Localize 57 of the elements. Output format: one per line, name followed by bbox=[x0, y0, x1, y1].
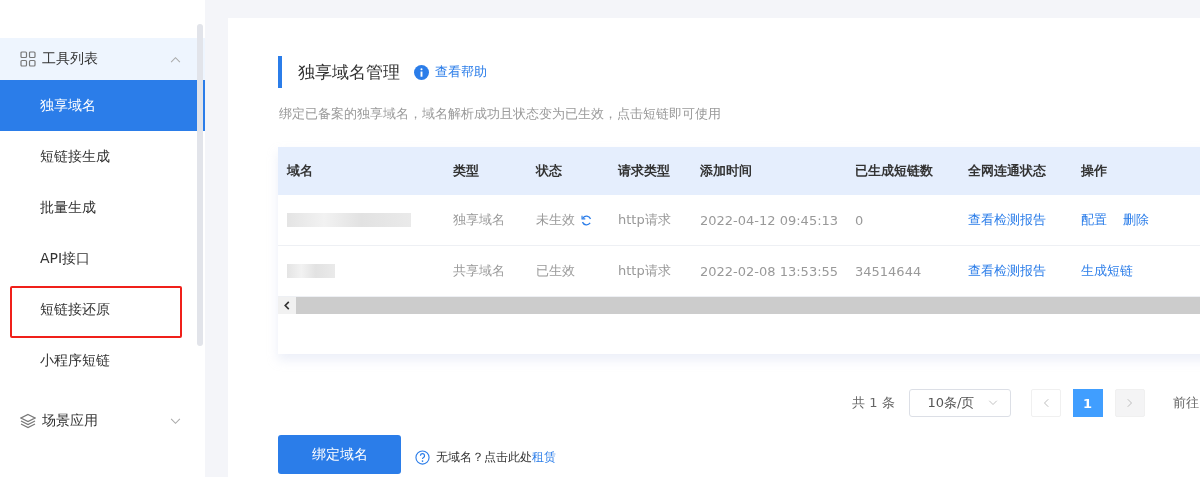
horizontal-scrollbar[interactable] bbox=[278, 297, 1200, 314]
table-cell: 2022-04-12 09:45:13 bbox=[700, 212, 839, 228]
page-title: 独享域名管理 bbox=[298, 60, 400, 84]
table-cell: http请求 bbox=[618, 211, 671, 229]
action-link[interactable]: 删除 bbox=[1123, 211, 1149, 229]
scrollbar[interactable] bbox=[197, 24, 203, 346]
chevron-icon bbox=[170, 55, 181, 63]
previous-page-button[interactable] bbox=[1030, 389, 1061, 417]
chevron-icon bbox=[987, 400, 998, 406]
page-size-select[interactable]: 10条/页 bbox=[908, 389, 1011, 417]
action-link[interactable]: 生成短链 bbox=[1081, 262, 1133, 280]
total-count: 共 1 条 bbox=[852, 394, 895, 412]
column-header: 域名 bbox=[285, 162, 314, 180]
blurred-domain bbox=[287, 264, 335, 278]
sidebar-item[interactable]: 短链接生成 bbox=[0, 131, 205, 182]
column-header: 请求类型 bbox=[616, 162, 671, 180]
table-cell: http请求 bbox=[618, 262, 671, 280]
layers-icon bbox=[20, 413, 36, 429]
sidebar-item[interactable]: API接口 bbox=[0, 233, 205, 284]
rent-link[interactable]: 租赁 bbox=[532, 449, 556, 466]
column-header: 状态 bbox=[534, 162, 563, 180]
chevron-right-icon bbox=[1126, 398, 1133, 408]
goto-label: 前往 bbox=[1172, 394, 1199, 412]
column-header: 已生成短链数 bbox=[854, 162, 934, 180]
column-header: 添加时间 bbox=[699, 162, 753, 180]
table-cell: 2022-02-08 13:53:55 bbox=[700, 263, 839, 279]
table-cell: 34514644 bbox=[855, 263, 922, 279]
table-cell: 0 bbox=[855, 212, 864, 228]
bind-domain-button[interactable]: 绑定域名 bbox=[278, 435, 401, 474]
next-page-button[interactable] bbox=[1114, 389, 1145, 417]
table-cell: 未生效 bbox=[536, 211, 575, 229]
report-link[interactable]: 查看检测报告 bbox=[968, 211, 1046, 229]
sidebar-item[interactable]: 短链接还原 bbox=[0, 284, 205, 335]
info-icon bbox=[414, 64, 429, 80]
chevron-left-icon bbox=[1042, 398, 1049, 408]
sidebar-item[interactable]: 小程序短链 bbox=[0, 335, 205, 386]
chevron-icon bbox=[170, 417, 181, 425]
hint-text: 无域名？点击此处 bbox=[436, 449, 532, 466]
refresh-icon[interactable] bbox=[580, 213, 593, 227]
help-icon bbox=[415, 450, 430, 465]
sidebar-item[interactable]: 独享域名 bbox=[0, 80, 205, 131]
action-link[interactable]: 配置 bbox=[1081, 211, 1107, 229]
description: 绑定已备案的独享域名，域名解析成功且状态变为已生效，点击短链即可使用 bbox=[279, 105, 722, 123]
table-cell: 已生效 bbox=[536, 262, 575, 280]
table-cell: 共享域名 bbox=[453, 262, 505, 280]
column-header: 类型 bbox=[452, 162, 480, 180]
report-link[interactable]: 查看检测报告 bbox=[968, 262, 1046, 280]
sidebar-item[interactable]: 批量生成 bbox=[0, 182, 205, 233]
sidebar-group-header[interactable]: 工具列表 bbox=[0, 38, 205, 80]
group-label: 工具列表 bbox=[42, 50, 99, 68]
page-number[interactable]: 1 bbox=[1072, 389, 1103, 417]
group-label: 场景应用 bbox=[42, 412, 99, 430]
table-cell: 独享域名 bbox=[453, 211, 505, 229]
column-header: 全网连通状态 bbox=[967, 162, 1047, 180]
column-header: 操作 bbox=[1080, 162, 1108, 180]
grid-icon bbox=[20, 51, 36, 67]
help-link[interactable]: 查看帮助 bbox=[435, 63, 487, 81]
